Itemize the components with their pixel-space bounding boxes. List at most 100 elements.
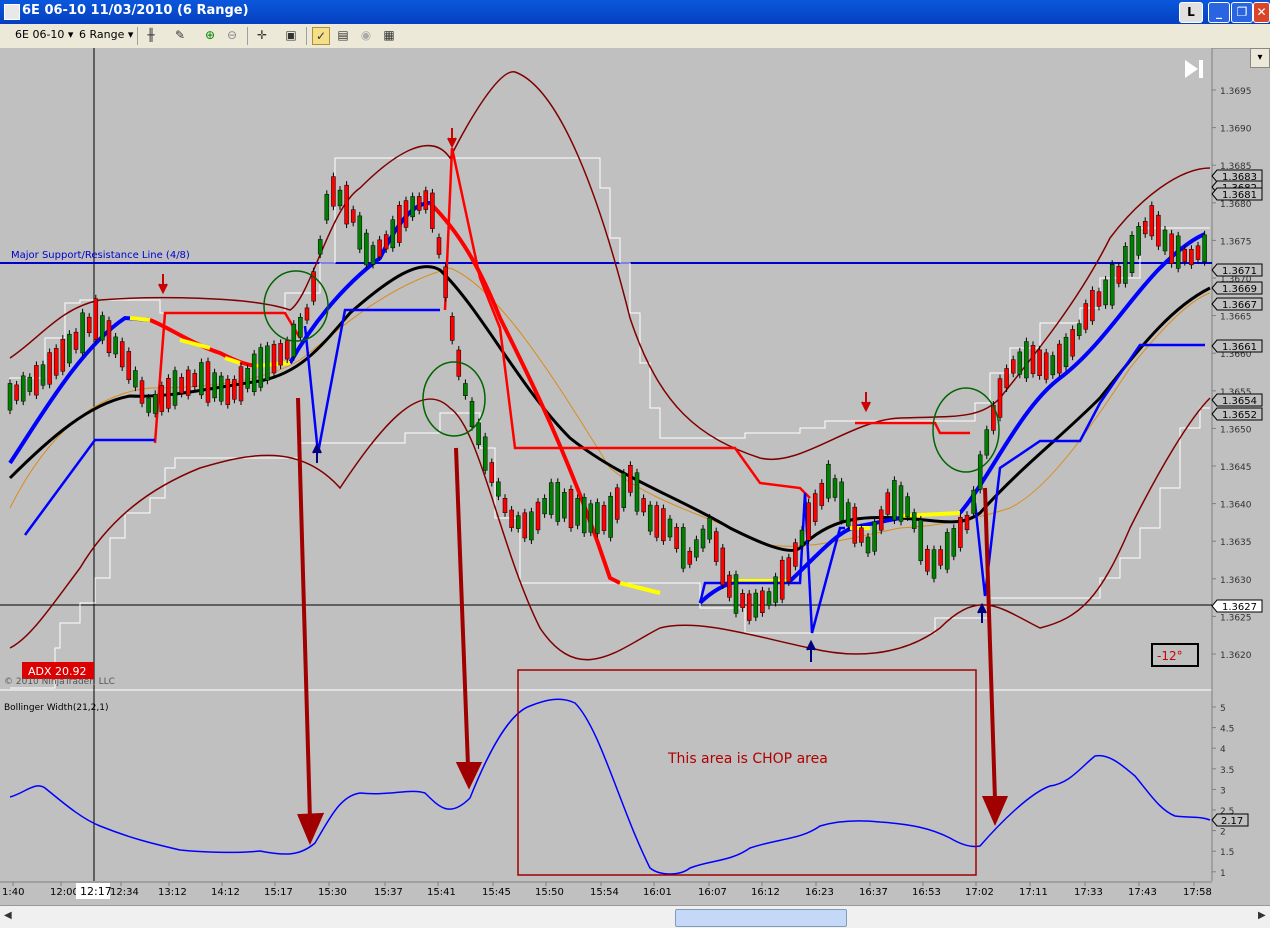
chop-annotation: This area is CHOP area: [667, 751, 828, 767]
candle-body: [331, 176, 336, 207]
candle-body: [370, 245, 376, 265]
angle-label: -12°: [1157, 649, 1183, 663]
scroll-left-icon[interactable]: ◀: [4, 910, 12, 921]
candle-body: [1017, 351, 1023, 375]
candle-body: [93, 298, 99, 340]
candle-body: [509, 509, 514, 528]
time-tick-label: 16:12: [751, 887, 780, 898]
candle-body: [812, 493, 818, 522]
interval-selector[interactable]: 6 Range ▾: [79, 28, 133, 41]
time-tick-label: 16:23: [805, 887, 834, 898]
candle-body: [865, 536, 871, 554]
time-tick-label: 15:54: [590, 887, 619, 898]
candle-body: [905, 496, 910, 518]
candle-body: [977, 454, 983, 490]
candle-body: [713, 531, 719, 562]
time-tick-label: 14:12: [211, 887, 240, 898]
candle-body: [80, 312, 85, 354]
candle-body: [568, 488, 574, 529]
candle-body: [575, 498, 580, 526]
candle-body: [278, 343, 283, 366]
instrument-selector[interactable]: 6E 06-10 ▾: [15, 28, 73, 41]
candle-body: [106, 320, 112, 353]
candle-body: [53, 348, 59, 376]
candle-body: [185, 369, 191, 396]
strategy-icon[interactable]: ✓: [312, 27, 330, 45]
candle-body: [872, 521, 877, 552]
candle-body: [951, 528, 957, 557]
candle-body: [614, 487, 620, 520]
candle-body: [1043, 352, 1049, 380]
properties-icon[interactable]: ▣: [283, 27, 299, 43]
candle-body: [793, 542, 798, 567]
time-tick-label: 17:33: [1074, 887, 1103, 898]
link-indicator-button[interactable]: L: [1179, 2, 1203, 23]
restore-button[interactable]: ❐: [1231, 2, 1253, 23]
instrument-label: 6E 06-10: [15, 28, 65, 41]
pencil-icon[interactable]: ✎: [172, 27, 188, 43]
candle-body: [892, 480, 897, 521]
candle-body: [304, 307, 310, 321]
price-tick-label: 1.3695: [1220, 87, 1252, 97]
candle-body: [529, 511, 534, 541]
indicator-tick-label: 5: [1220, 704, 1226, 714]
candle-body: [324, 194, 330, 221]
candle-body: [1189, 248, 1194, 266]
candle-body: [113, 336, 118, 355]
candle-body: [931, 549, 937, 579]
price-tick-label: 1.3620: [1220, 651, 1252, 661]
indicator-tick-label: 3: [1220, 786, 1226, 796]
candle-body: [199, 362, 204, 396]
candle-body: [166, 377, 171, 409]
crosshair-icon[interactable]: ✛: [254, 27, 270, 43]
close-button[interactable]: ✕: [1253, 2, 1270, 23]
indicator-badge-label: 2.17: [1221, 816, 1243, 827]
candle-body: [601, 505, 607, 531]
time-axis: 1:40 12:00 12:34 13:12 14:12 15:17 15:30 15:37 1…: [2, 882, 1212, 898]
candle-body: [628, 465, 633, 493]
candle-body: [661, 508, 666, 542]
candle-body: [1202, 234, 1207, 262]
candle-body: [1182, 248, 1188, 262]
candle-body: [1195, 245, 1201, 260]
candle-body: [746, 593, 752, 621]
candle-body: [271, 344, 277, 374]
candle-body: [27, 376, 33, 392]
candle-body: [245, 368, 250, 389]
candle-body: [786, 557, 792, 583]
candlestick-icon[interactable]: ╫: [143, 27, 159, 43]
globe-icon[interactable]: ◉: [358, 27, 374, 43]
candle-body: [522, 512, 528, 539]
candle-body: [997, 378, 1003, 418]
candle-body: [555, 482, 561, 522]
candle-body: [608, 495, 613, 538]
time-tick-label: 17:02: [965, 887, 994, 898]
copyright-label: © 2010 NinjaTrader, LLC: [4, 677, 115, 687]
candle-body: [964, 514, 970, 531]
candle-body: [86, 316, 92, 334]
zoom-in-icon[interactable]: ⊕: [202, 27, 218, 43]
chart-icon[interactable]: ▤: [335, 27, 351, 43]
scrollbar-thumb[interactable]: [675, 909, 847, 927]
candle-body: [377, 239, 382, 258]
candle-body: [443, 266, 448, 298]
time-tick-label: 15:17: [264, 887, 293, 898]
candle-body: [859, 527, 864, 543]
price-badge-label: 1.3669: [1222, 284, 1257, 295]
data-box-icon[interactable]: ▦: [381, 27, 397, 43]
candle-body: [397, 205, 402, 243]
zoom-out-icon[interactable]: ⊖: [224, 27, 240, 43]
scroll-right-icon[interactable]: ▶: [1258, 910, 1266, 921]
horizontal-scrollbar[interactable]: ◀ ▶: [0, 905, 1270, 928]
minimize-button[interactable]: _: [1208, 2, 1230, 23]
price-tick-label: 1.3625: [1220, 613, 1252, 623]
candle-body: [839, 481, 844, 521]
price-chart[interactable]: 1.36951.36901.36851.36801.36751.36701.36…: [0, 48, 1270, 905]
candle-body: [1083, 303, 1089, 330]
price-tick-label: 1.3665: [1220, 313, 1252, 323]
candle-body: [14, 384, 19, 401]
indicator-panel-background: [0, 691, 1212, 881]
candle-body: [753, 592, 759, 618]
candle-body: [595, 502, 600, 534]
candle-body: [416, 196, 422, 211]
